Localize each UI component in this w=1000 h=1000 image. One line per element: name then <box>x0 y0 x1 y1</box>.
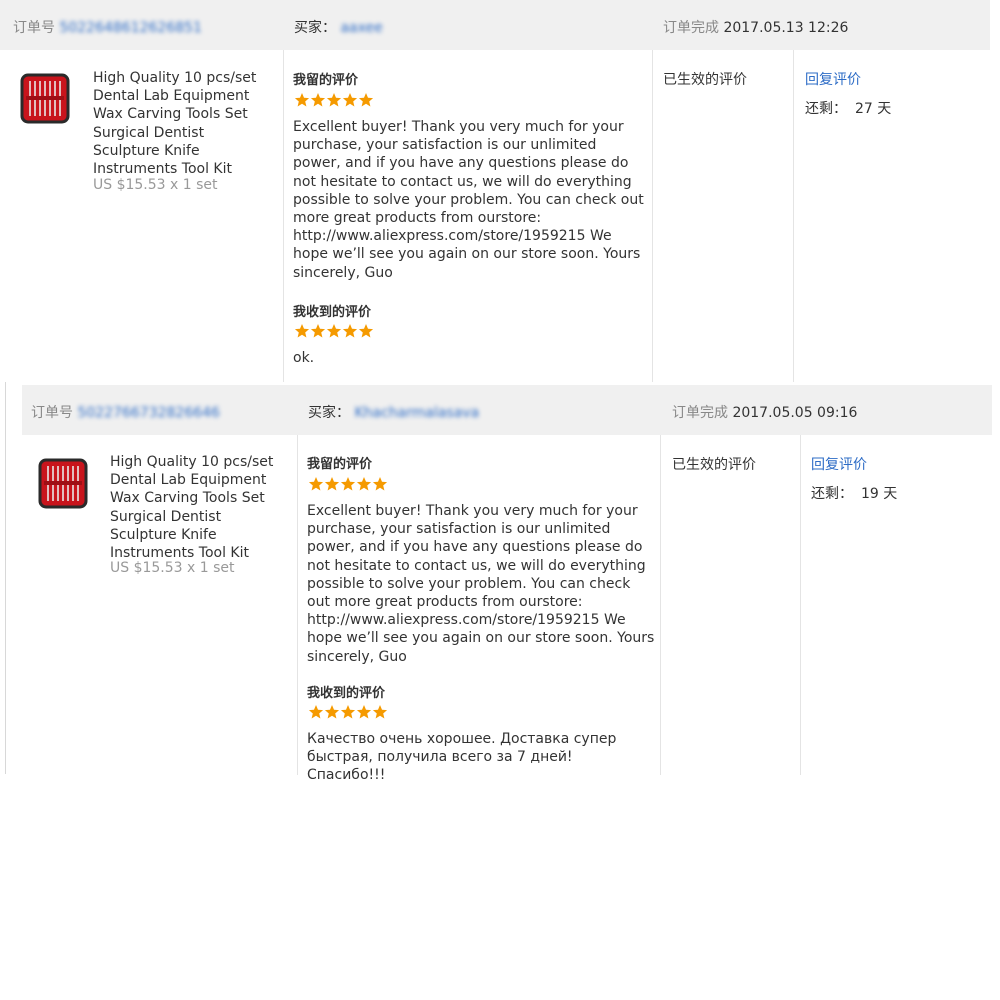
order-completed-field: 订单完成 2017.05.05 09:16 <box>672 402 857 422</box>
my-review-stars <box>308 476 388 492</box>
my-review-title: 我留的评价 <box>307 457 373 472</box>
my-review-title: 我留的评价 <box>293 73 359 88</box>
star-icon <box>340 705 356 719</box>
star-icon <box>356 705 372 719</box>
product-name-link[interactable]: High Quality 10 pcs/set Dental Lab Equip… <box>93 69 275 178</box>
order-number-link[interactable]: 5022766732826646 <box>77 405 220 421</box>
star-icon <box>326 324 342 338</box>
my-review-text: Excellent buyer! Thank you very much for… <box>307 503 655 665</box>
buyer-name-link[interactable]: Khacharmalasava <box>354 405 479 421</box>
order-status-label: 订单完成 <box>663 20 719 36</box>
my-review-text: Excellent buyer! Thank you very much for… <box>293 119 644 281</box>
remaining-label: 还剩： <box>811 486 853 502</box>
remaining-days: 还剩： 27 天 <box>805 98 891 118</box>
order-completed-field: 订单完成 2017.05.13 12:26 <box>663 17 848 37</box>
order-number-field: 订单号 5022648612626851 <box>13 17 202 37</box>
order-header: 订单号 5022766732826646 买家： Khacharmalasava… <box>22 385 992 435</box>
buyer-name-link[interactable]: aaxee <box>340 20 382 36</box>
effective-review-status: 已生效的评价 <box>663 72 747 88</box>
star-icon <box>326 93 342 107</box>
received-review-stars <box>294 323 374 339</box>
my-review-stars <box>294 92 374 108</box>
reply-review-link[interactable]: 回复评价 <box>805 69 861 89</box>
star-icon <box>342 93 358 107</box>
column-divider <box>652 50 653 382</box>
buyer-label: 买家： <box>308 405 350 421</box>
product-price: US $15.53 x 1 set <box>110 560 235 576</box>
star-icon <box>356 477 372 491</box>
received-review-stars <box>308 704 388 720</box>
buyer-field: 买家： aaxee <box>294 17 383 37</box>
order-card: 订单号 5022766732826646 买家： Khacharmalasava… <box>22 385 992 783</box>
reply-review-link[interactable]: 回复评价 <box>811 454 867 474</box>
star-icon <box>372 705 388 719</box>
column-divider <box>660 435 661 775</box>
order-card: 订单号 5022648612626851 买家： aaxee 订单完成 2017… <box>0 0 990 382</box>
card-edge <box>5 382 6 774</box>
order-number-label: 订单号 <box>13 20 55 36</box>
star-icon <box>308 705 324 719</box>
column-divider <box>283 50 284 382</box>
remaining-label: 还剩： <box>805 101 847 117</box>
remaining-value: 27 天 <box>855 101 892 117</box>
order-number-field: 订单号 5022766732826646 <box>31 402 220 422</box>
buyer-field: 买家： Khacharmalasava <box>308 402 479 422</box>
star-icon <box>294 93 310 107</box>
received-review-text: Качество очень хорошее. Доставка супер б… <box>307 731 617 784</box>
remaining-days: 还剩： 19 天 <box>811 483 897 503</box>
star-icon <box>310 93 326 107</box>
star-icon <box>308 477 324 491</box>
order-number-label: 订单号 <box>31 405 73 421</box>
column-divider <box>800 435 801 775</box>
remaining-value: 19 天 <box>861 486 898 502</box>
product-price: US $15.53 x 1 set <box>93 177 218 193</box>
received-review-title: 我收到的评价 <box>293 305 372 320</box>
completed-time: 2017.05.05 09:16 <box>732 405 858 421</box>
completed-time: 2017.05.13 12:26 <box>723 20 849 36</box>
star-icon <box>294 324 310 338</box>
star-icon <box>310 324 326 338</box>
star-icon <box>340 477 356 491</box>
received-review-title: 我收到的评价 <box>307 686 386 701</box>
tool-kit-case-icon <box>20 73 70 124</box>
received-review-text: ok. <box>293 350 315 366</box>
star-icon <box>342 324 358 338</box>
effective-review-status: 已生效的评价 <box>672 457 756 473</box>
order-status-label: 订单完成 <box>672 405 728 421</box>
tool-kit-case-icon <box>38 458 88 509</box>
product-thumbnail[interactable] <box>20 72 70 124</box>
product-name-link[interactable]: High Quality 10 pcs/set Dental Lab Equip… <box>110 453 290 562</box>
column-divider <box>297 435 298 775</box>
star-icon <box>358 93 374 107</box>
product-thumbnail[interactable] <box>38 457 88 509</box>
star-icon <box>324 705 340 719</box>
order-number-link[interactable]: 5022648612626851 <box>59 20 202 36</box>
star-icon <box>324 477 340 491</box>
star-icon <box>372 477 388 491</box>
star-icon <box>358 324 374 338</box>
order-header: 订单号 5022648612626851 买家： aaxee 订单完成 2017… <box>0 0 990 50</box>
buyer-label: 买家： <box>294 20 336 36</box>
column-divider <box>793 50 794 382</box>
